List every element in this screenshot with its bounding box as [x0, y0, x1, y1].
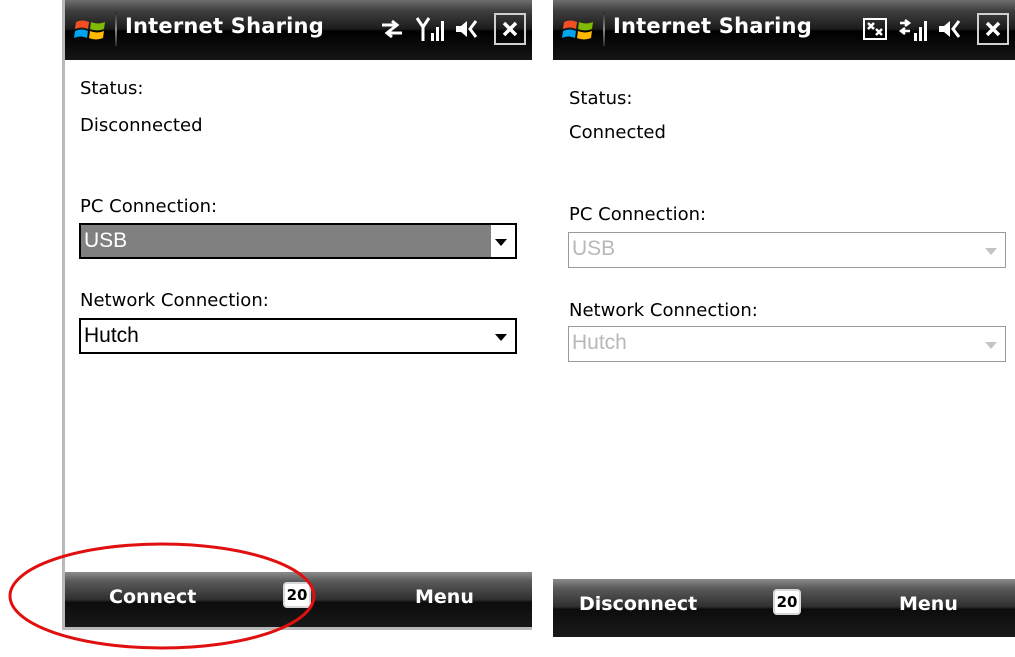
- status-value: Connected: [569, 122, 666, 143]
- title-bar: Internet Sharing: [553, 0, 1015, 60]
- status-value: Disconnected: [80, 115, 203, 136]
- calendar-icon[interactable]: 20: [283, 582, 311, 608]
- title-separator: [603, 12, 605, 46]
- pc-connection-value: USB: [572, 237, 616, 260]
- pc-connection-label: PC Connection:: [80, 196, 218, 217]
- close-icon[interactable]: [494, 13, 526, 45]
- disconnect-button[interactable]: Disconnect: [579, 593, 697, 615]
- softkey-bar: Disconnect 20 Menu: [553, 579, 1015, 637]
- window-title: Internet Sharing: [613, 14, 812, 38]
- phone-screen-disconnected: Internet Sharing Status: Disconnected PC…: [62, 0, 532, 630]
- windows-start-icon[interactable]: [73, 14, 109, 46]
- menu-button[interactable]: Menu: [415, 586, 474, 608]
- status-icons: [855, 10, 1009, 48]
- phone-screen-connected: Internet Sharing Status: Connected PC Co…: [553, 0, 1015, 637]
- dropdown-arrow-icon[interactable]: [495, 334, 507, 341]
- softkey-bar: Connect 20 Menu: [65, 572, 532, 627]
- network-connection-dropdown[interactable]: Hutch: [568, 326, 1006, 362]
- status-label: Status:: [569, 88, 633, 109]
- internet-sharing-icon[interactable]: [857, 12, 893, 46]
- status-label: Status:: [80, 78, 144, 99]
- speaker-icon[interactable]: [933, 12, 969, 46]
- dropdown-arrow-icon[interactable]: [985, 248, 997, 255]
- signal-data-icon[interactable]: [895, 12, 931, 46]
- connect-button[interactable]: Connect: [109, 586, 196, 608]
- windows-start-icon[interactable]: [561, 14, 597, 46]
- network-connection-label: Network Connection:: [569, 300, 758, 321]
- signal-strength-icon[interactable]: [412, 12, 448, 46]
- title-bar: Internet Sharing: [65, 0, 532, 60]
- window-title: Internet Sharing: [125, 14, 324, 38]
- pc-connection-dropdown[interactable]: USB: [79, 223, 517, 259]
- status-icons: [372, 10, 526, 48]
- network-connection-value: Hutch: [572, 331, 627, 354]
- close-icon[interactable]: [977, 13, 1009, 45]
- network-connection-value: Hutch: [84, 324, 139, 347]
- pc-connection-label: PC Connection:: [569, 204, 707, 225]
- network-connection-label: Network Connection:: [80, 290, 269, 311]
- dropdown-arrow-icon[interactable]: [495, 239, 507, 246]
- pc-connection-dropdown[interactable]: USB: [568, 232, 1006, 268]
- selection-highlight: [81, 225, 491, 257]
- screenshot-canvas: Internet Sharing Status: Disconnected PC…: [0, 0, 1015, 657]
- speaker-icon[interactable]: [450, 12, 486, 46]
- title-separator: [115, 12, 117, 46]
- calendar-icon[interactable]: 20: [773, 589, 801, 615]
- pc-connection-value: USB: [84, 229, 128, 252]
- dropdown-arrow-icon[interactable]: [985, 342, 997, 349]
- network-connection-dropdown[interactable]: Hutch: [79, 318, 517, 354]
- data-sync-icon[interactable]: [374, 12, 410, 46]
- menu-button[interactable]: Menu: [899, 593, 958, 615]
